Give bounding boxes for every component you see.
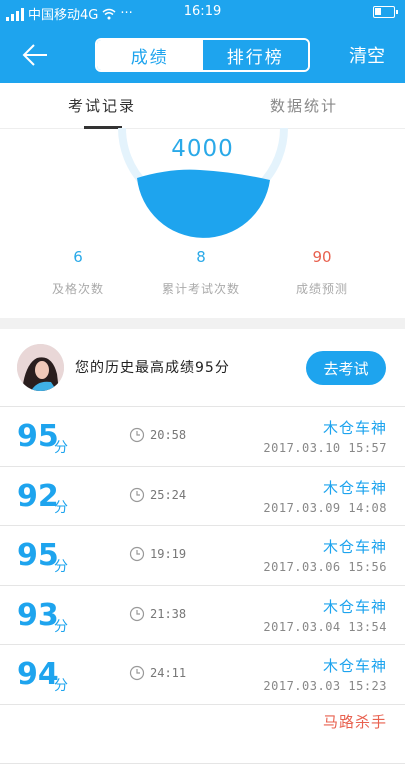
record-unit: 分 (54, 616, 68, 636)
stat-label: 累计考试次数 (141, 280, 261, 297)
summary-panel: 4000 6 及格次数 8 累计考试次数 90 成绩预测 (0, 130, 405, 318)
status-time: 16:19 (0, 4, 405, 19)
stat-pass-count: 6 及格次数 (18, 248, 138, 297)
section-divider (0, 318, 405, 329)
stat-label: 及格次数 (18, 280, 138, 297)
total-score: 4000 (0, 136, 405, 162)
record-unit: 分 (54, 497, 68, 517)
clock-icon (129, 546, 145, 562)
record-unit: 分 (54, 675, 68, 695)
record-name: 木仓车神 (323, 655, 387, 676)
battery-icon (373, 6, 395, 18)
record-unit: 分 (54, 437, 68, 457)
list-item[interactable]: 93 分 21:38 木仓车神 2017.03.04 13:54 (0, 586, 405, 646)
record-name: 木仓车神 (323, 417, 387, 438)
list-item[interactable]: 95 分 19:19 木仓车神 2017.03.06 15:56 (0, 526, 405, 586)
tab-data-stats[interactable]: 数据统计 (270, 95, 338, 116)
segment-control: 成绩 排行榜 (95, 38, 310, 72)
record-score: 92 (17, 479, 59, 514)
list-item[interactable]: 马路杀手 (0, 705, 405, 764)
record-score: 95 (17, 419, 59, 454)
status-bar: 中国移动4G ··· 16:19 (0, 0, 405, 26)
record-name: 木仓车神 (323, 596, 387, 617)
record-score: 94 (17, 657, 59, 692)
clock-icon (129, 665, 145, 681)
list-item[interactable]: 92 分 25:24 木仓车神 2017.03.09 14:08 (0, 467, 405, 527)
record-name: 木仓车神 (323, 477, 387, 498)
record-duration: 19:19 (150, 547, 186, 561)
record-duration: 20:58 (150, 428, 186, 442)
record-name: 木仓车神 (323, 536, 387, 557)
clock-icon (129, 487, 145, 503)
record-duration: 24:11 (150, 666, 186, 680)
avatar (17, 344, 64, 391)
list-item[interactable]: 94 分 24:11 木仓车神 2017.03.03 15:23 (0, 645, 405, 705)
records-list: 95 分 20:58 木仓车神 2017.03.10 15:57 92 分 25… (0, 407, 405, 764)
list-item[interactable]: 95 分 20:58 木仓车神 2017.03.10 15:57 (0, 407, 405, 467)
record-date: 2017.03.06 15:56 (263, 560, 387, 574)
stat-prediction: 90 成绩预测 (262, 248, 382, 297)
stat-label: 成绩预测 (262, 280, 382, 297)
stat-value: 6 (18, 248, 138, 266)
best-score-text: 您的历史最高成绩95分 (75, 357, 230, 377)
stat-total-exams: 8 累计考试次数 (141, 248, 261, 297)
stat-value: 8 (141, 248, 261, 266)
record-date: 2017.03.03 15:23 (263, 679, 387, 693)
clock-icon (129, 427, 145, 443)
back-arrow-icon[interactable] (20, 40, 50, 70)
clock-icon (129, 606, 145, 622)
tab-exam-records[interactable]: 考试记录 (68, 95, 136, 116)
clear-button[interactable]: 清空 (349, 42, 385, 68)
record-name: 马路杀手 (323, 711, 387, 732)
record-duration: 25:24 (150, 488, 186, 502)
record-date: 2017.03.09 14:08 (263, 501, 387, 515)
segment-ranking[interactable]: 排行榜 (203, 40, 309, 70)
go-exam-button[interactable]: 去考试 (306, 351, 386, 385)
tab-bar: 考试记录 数据统计 (0, 83, 405, 129)
segment-score[interactable]: 成绩 (97, 40, 203, 70)
record-date: 2017.03.04 13:54 (263, 620, 387, 634)
record-score: 93 (17, 598, 59, 633)
record-unit: 分 (54, 556, 68, 576)
header: 成绩 排行榜 清空 (0, 26, 405, 83)
best-score-row: 您的历史最高成绩95分 去考试 (0, 329, 405, 407)
stat-value: 90 (262, 248, 382, 266)
record-date: 2017.03.10 15:57 (263, 441, 387, 455)
record-duration: 21:38 (150, 607, 186, 621)
record-score: 95 (17, 538, 59, 573)
